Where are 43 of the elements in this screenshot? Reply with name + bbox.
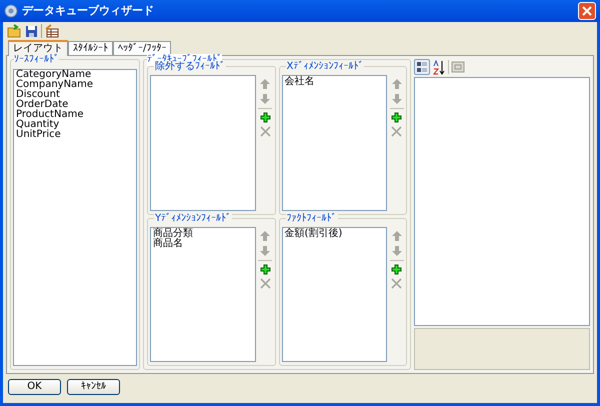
add-icon[interactable] xyxy=(260,264,270,274)
dialog-button[interactable]: ｷｬﾝｾﾙ xyxy=(67,379,120,395)
app-icon xyxy=(4,4,18,18)
categorized-icon[interactable] xyxy=(414,59,430,75)
list-item[interactable]: Discount xyxy=(16,90,134,100)
list-box[interactable]: 商品分類 商品名 xyxy=(150,226,256,362)
list-box[interactable]: CategoryName CompanyName Discount OrderDate ProductName Quantity UnitPrice xyxy=(13,69,137,366)
list-item[interactable]: 商品分類 xyxy=(153,228,252,238)
list-item[interactable]: CompanyName xyxy=(16,80,134,90)
save-icon[interactable] xyxy=(25,24,38,38)
list-box[interactable]: 会社名 xyxy=(282,75,387,210)
down-arrow-icon[interactable] xyxy=(390,93,402,105)
up-arrow-icon[interactable] xyxy=(390,78,402,90)
tab[interactable]: ｽﾀｲﾙｼｰﾄ xyxy=(68,41,113,55)
list-item[interactable]: 金額(割引後) xyxy=(284,228,384,238)
up-arrow-icon[interactable] xyxy=(390,230,402,242)
group-label: 除外するﾌｨｰﾙﾄﾞ xyxy=(154,61,226,73)
list-item[interactable]: 会社名 xyxy=(284,77,384,87)
group-label: ﾌｧｸﾄﾌｨｰﾙﾄﾞ xyxy=(286,212,338,224)
list-item[interactable]: CategoryName xyxy=(16,70,134,80)
down-arrow-icon[interactable] xyxy=(259,93,271,105)
close-button[interactable] xyxy=(578,2,596,20)
up-arrow-icon[interactable] xyxy=(259,230,271,242)
property-pages-icon[interactable] xyxy=(451,61,465,73)
list-item[interactable]: Quantity xyxy=(16,120,134,130)
group-label: Yﾃﾞｨﾒﾝｼｮﾝﾌｨｰﾙﾄﾞ xyxy=(154,212,232,224)
add-icon[interactable] xyxy=(391,112,402,123)
dialog-button[interactable]: OK xyxy=(8,379,61,395)
window-title: データキューブウィザード xyxy=(22,2,155,19)
add-icon[interactable] xyxy=(391,264,402,274)
add-icon[interactable] xyxy=(260,112,270,123)
down-arrow-icon[interactable] xyxy=(390,244,402,256)
down-arrow-icon[interactable] xyxy=(259,244,271,256)
close-icon xyxy=(582,6,592,16)
tab[interactable]: ﾍｯﾀﾞｰ/ﾌｯﾀｰ xyxy=(113,41,172,55)
wizard-icon[interactable] xyxy=(45,24,59,38)
list-item[interactable]: 商品名 xyxy=(153,238,252,248)
up-arrow-icon[interactable] xyxy=(259,78,271,90)
list-box[interactable]: 金額(割引後) xyxy=(282,226,387,362)
list-item[interactable]: OrderDate xyxy=(16,100,134,110)
sort-alphabetical-icon[interactable] xyxy=(432,60,446,74)
list-item[interactable]: ProductName xyxy=(16,110,134,120)
list-item[interactable]: UnitPrice xyxy=(16,130,134,140)
